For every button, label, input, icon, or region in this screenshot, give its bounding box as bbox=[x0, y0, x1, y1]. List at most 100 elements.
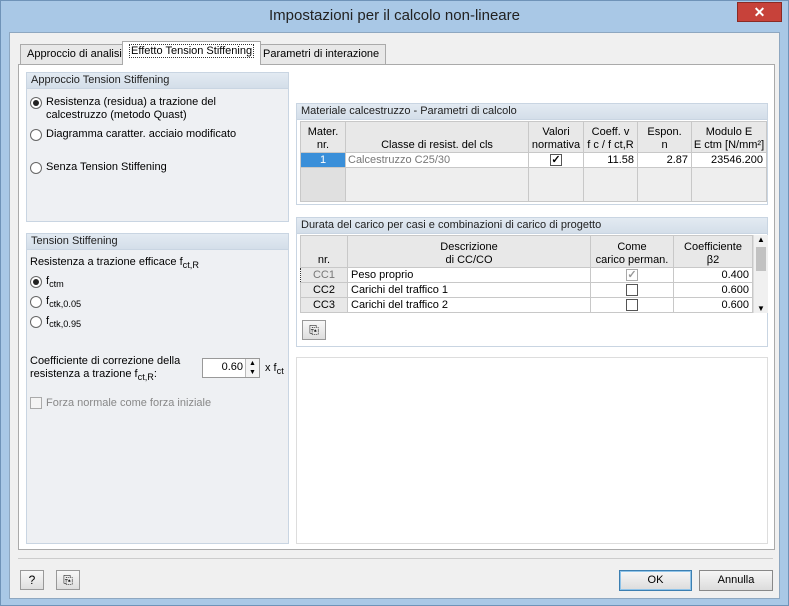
mater-nr-cell[interactable]: 1 bbox=[300, 152, 346, 168]
radio-fctm-dot[interactable] bbox=[30, 276, 42, 288]
durata-table: nr. Descrizione di CC/CO Come carico perma… bbox=[300, 235, 753, 313]
empty-cell bbox=[345, 167, 529, 202]
close-button[interactable]: ✕ bbox=[737, 2, 782, 22]
cc-coef-cell[interactable]: 0.600 bbox=[673, 282, 753, 298]
col-valori: Valori normativa bbox=[528, 121, 584, 153]
cc-come-cell[interactable] bbox=[590, 282, 674, 298]
copy-settings-icon[interactable]: ⎘ bbox=[56, 570, 80, 590]
coeff-value[interactable]: 0.60 bbox=[222, 361, 243, 373]
forza-checkbox[interactable]: Forza normale come forza iniziale bbox=[30, 397, 211, 409]
tab-approccio[interactable]: Approccio di analisi bbox=[20, 44, 129, 64]
cc-desc-cell[interactable]: Carichi del traffico 2 bbox=[347, 297, 591, 313]
tab-page: Approccio Tension Stiffening Resistenza … bbox=[18, 64, 775, 550]
empty-cell bbox=[691, 167, 767, 202]
radio-diagramma-label: Diagramma caratter. acciaio modificato bbox=[46, 128, 237, 140]
scroll-down-icon[interactable]: ▼ bbox=[754, 304, 768, 313]
mater-coeff-cell[interactable]: 11.58 bbox=[583, 152, 638, 168]
radio-quast[interactable]: Resistenza (residua) a trazione del calc… bbox=[30, 96, 280, 122]
radio-fctm[interactable]: fctm bbox=[30, 275, 64, 291]
dialog-window: Impostazioni per il calcolo non-lineare … bbox=[0, 0, 789, 606]
col-descrizione: Descrizione di CC/CO bbox=[347, 235, 591, 268]
come-checkbox[interactable] bbox=[626, 284, 638, 297]
table-row[interactable]: CC1 Peso proprio ✓ 0.400 bbox=[300, 267, 753, 283]
col-come-2: carico perman. bbox=[595, 254, 669, 266]
coeff-unit-sub: ct bbox=[276, 366, 284, 377]
empty-cell bbox=[583, 167, 638, 202]
table-row[interactable]: 1 Calcestruzzo C25/30 ✓ 11.58 2.87 23546… bbox=[300, 152, 767, 168]
cc-nr-cell[interactable]: CC2 bbox=[300, 282, 348, 298]
table-row[interactable]: CC3 Carichi del traffico 2 0.600 bbox=[300, 297, 753, 313]
col-come: Come carico perman. bbox=[590, 235, 674, 268]
forza-checkbox-box[interactable] bbox=[30, 397, 42, 409]
radio-fctk095-label: fctk,0.95 bbox=[46, 315, 81, 331]
ok-button[interactable]: OK bbox=[619, 570, 692, 591]
radio-senza-dot[interactable] bbox=[30, 162, 42, 174]
cc-come-cell[interactable] bbox=[590, 297, 674, 313]
coeff-label-sub: ct,R bbox=[137, 372, 154, 383]
radio-senza[interactable]: Senza Tension Stiffening bbox=[30, 161, 167, 174]
radio-fctk095-dot[interactable] bbox=[30, 316, 42, 328]
col-desc-1: Descrizione bbox=[440, 241, 498, 253]
col-valori-1: Valori bbox=[542, 126, 570, 138]
tab-tension-stiffening[interactable]: Effetto Tension Stiffening bbox=[122, 41, 262, 65]
coeff-label-line1: Coefficiente di correzione della bbox=[30, 355, 181, 367]
col-coeff: Coeff. vf c / f ct,R bbox=[583, 121, 638, 153]
tension-title: Tension Stiffening bbox=[27, 234, 288, 250]
scroll-up-icon[interactable]: ▲ bbox=[754, 235, 768, 247]
cc-desc-cell[interactable]: Peso proprio bbox=[347, 267, 591, 283]
col-coef-2: β2 bbox=[706, 254, 720, 266]
valori-checkbox[interactable]: ✓ bbox=[550, 154, 562, 167]
cc-coef-cell[interactable]: 0.600 bbox=[673, 297, 753, 313]
materiale-table: Mater. nr. Classe di resist. del cls Valo… bbox=[300, 121, 767, 202]
coeff-spinbox[interactable]: 0.60 ▲ ▼ bbox=[202, 358, 260, 378]
spin-arrows-icon[interactable]: ▲ ▼ bbox=[245, 359, 259, 377]
col-valori-2: normativa bbox=[531, 139, 581, 151]
col-espon: Espon. n bbox=[637, 121, 692, 153]
tab-parametri[interactable]: Parametri di interazione bbox=[256, 44, 387, 64]
fctk005-sub: ctk,0.05 bbox=[49, 299, 82, 310]
durata-panel: Durata del carico per casi e combinazion… bbox=[296, 217, 768, 347]
export-table-icon[interactable]: ⎘ bbox=[302, 320, 326, 340]
durata-scrollbar[interactable]: ▲ ▼ bbox=[753, 235, 768, 313]
col-classe: Classe di resist. del cls bbox=[345, 121, 529, 153]
come-checkbox[interactable] bbox=[626, 299, 638, 312]
radio-senza-label: Senza Tension Stiffening bbox=[46, 161, 167, 173]
scroll-thumb[interactable] bbox=[756, 247, 766, 271]
cc-desc-cell[interactable]: Carichi del traffico 1 bbox=[347, 282, 591, 298]
tab-tension-stiffening-label: Effetto Tension Stiffening bbox=[129, 44, 255, 58]
coeff-label-colon: : bbox=[153, 368, 157, 380]
approccio-title: Approccio Tension Stiffening bbox=[27, 73, 288, 89]
radio-quast-label: Resistenza (residua) a trazione del calc… bbox=[46, 96, 216, 121]
divider bbox=[18, 558, 773, 559]
cancel-button[interactable]: Annulla bbox=[699, 570, 773, 591]
col-come-1: Come bbox=[617, 241, 647, 253]
col-modulo-2: E ctm [N/mm²] bbox=[693, 139, 765, 151]
come-checkbox[interactable]: ✓ bbox=[626, 269, 638, 282]
radio-fctk005-dot[interactable] bbox=[30, 296, 42, 308]
radio-fctk005[interactable]: fctk,0.05 bbox=[30, 295, 81, 311]
window-title: Impostazioni per il calcolo non-lineare bbox=[269, 7, 520, 24]
approccio-panel: Approccio Tension Stiffening Resistenza … bbox=[26, 72, 289, 222]
cc-come-cell[interactable]: ✓ bbox=[590, 267, 674, 283]
mater-valori-cell[interactable]: ✓ bbox=[528, 152, 584, 168]
col-modulo: Modulo EE ctm [N/mm²] bbox=[691, 121, 767, 153]
resist-label-sub: ct,R bbox=[182, 260, 199, 271]
col-cc-nr: nr. bbox=[300, 235, 348, 268]
radio-diagramma-dot[interactable] bbox=[30, 129, 42, 141]
empty-cell bbox=[300, 167, 346, 202]
radio-diagramma[interactable]: Diagramma caratter. acciaio modificato bbox=[30, 128, 236, 141]
col-mater-nr-2: nr. bbox=[316, 139, 330, 151]
cc-nr-cell[interactable]: CC3 bbox=[300, 297, 348, 313]
mater-espon-cell[interactable]: 2.87 bbox=[637, 152, 692, 168]
mater-modulo-cell[interactable]: 23546.200 bbox=[691, 152, 767, 168]
col-espon-2: n bbox=[661, 139, 668, 151]
cc-coef-cell[interactable]: 0.400 bbox=[673, 267, 753, 283]
radio-quast-dot[interactable] bbox=[30, 97, 42, 109]
help-icon[interactable]: ? bbox=[20, 570, 44, 590]
mater-classe-cell[interactable]: Calcestruzzo C25/30 bbox=[345, 152, 529, 168]
cc-nr-cell[interactable]: CC1 bbox=[300, 267, 348, 283]
table-row bbox=[300, 167, 767, 202]
radio-fctk095[interactable]: fctk,0.95 bbox=[30, 315, 81, 331]
col-mater-nr: Mater. nr. bbox=[300, 121, 346, 153]
table-row[interactable]: CC2 Carichi del traffico 1 0.600 bbox=[300, 282, 753, 298]
